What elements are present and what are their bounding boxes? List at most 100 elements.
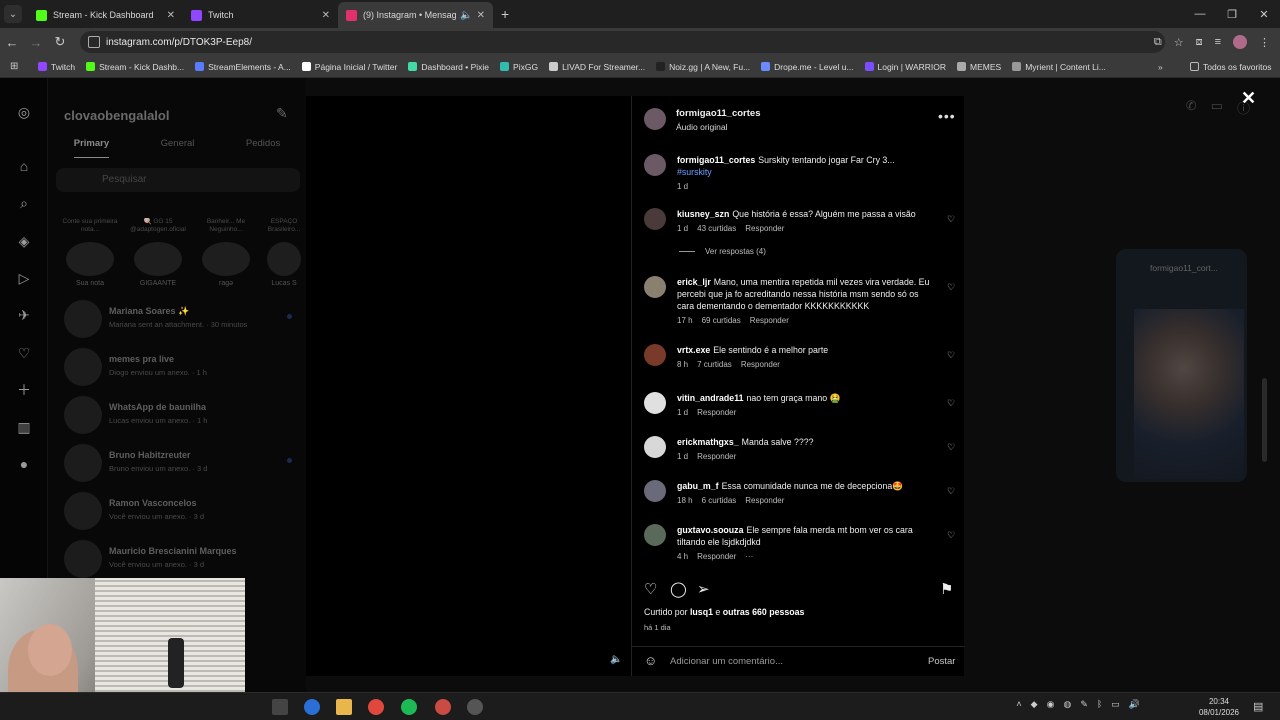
author-avatar[interactable]	[644, 108, 666, 130]
liked-by[interactable]: Curtido por lusq1 e outras 660 pessoas	[644, 607, 804, 617]
commenter-avatar[interactable]	[644, 208, 666, 230]
comment-input[interactable]: Adicionar um comentário...	[670, 656, 783, 667]
audio-label[interactable]: Áudio original	[676, 122, 728, 132]
author-avatar[interactable]	[644, 154, 666, 176]
comment-like-heart-icon[interactable]: ♡	[947, 350, 955, 361]
commenter-avatar[interactable]	[644, 480, 666, 502]
task-view-icon[interactable]	[272, 699, 288, 715]
bookmark-item[interactable]: Página Inicial / Twitter	[301, 62, 397, 72]
bookmark-item[interactable]: Dashboard • Pixie	[408, 62, 489, 72]
reel-preview-card[interactable]: formigao11_cort...	[1116, 249, 1247, 482]
like-heart-icon[interactable]: ♡	[644, 580, 657, 598]
post-button[interactable]: Postar	[928, 656, 955, 667]
file-explorer-icon[interactable]	[336, 699, 352, 715]
search-icon[interactable]: ⌕	[16, 195, 32, 211]
chevron-up-icon[interactable]: ˄	[1016, 699, 1021, 710]
conversation-item[interactable]: Ramon Vasconcelos Você enviou um anexo. …	[64, 492, 300, 536]
bookmark-item[interactable]: Twitch	[38, 62, 75, 72]
tab-primary[interactable]: Primary	[73, 138, 110, 158]
address-bar[interactable]: instagram.com/p/DTOK3P-Eep8/	[80, 31, 1165, 53]
close-icon[interactable]: ✕	[167, 10, 175, 21]
tab-kick[interactable]: Stream - Kick Dashboard ✕	[28, 2, 183, 28]
comment-icon[interactable]: ◯	[670, 580, 687, 598]
conversation-item[interactable]: Bruno Habitzreuter Bruno enviou um anexo…	[64, 444, 300, 488]
network-icon[interactable]: ▭	[1111, 699, 1120, 710]
comment-likes[interactable]: 69 curtidas	[702, 316, 741, 325]
comment-like-heart-icon[interactable]: ♡	[947, 398, 955, 409]
notifications-heart-icon[interactable]: ♡	[16, 345, 32, 361]
reply-button[interactable]: Responder	[741, 360, 780, 369]
commenter-avatar[interactable]	[644, 392, 666, 414]
explore-icon[interactable]: ◈	[16, 233, 32, 249]
reply-button[interactable]: Responder	[697, 552, 736, 561]
conversation-item[interactable]: WhatsApp de baunilha Lucas enviou um ane…	[64, 396, 300, 440]
share-icon[interactable]: ➢	[697, 580, 710, 598]
save-bookmark-icon[interactable]: ⚑	[940, 580, 953, 598]
commenter-avatar[interactable]	[644, 436, 666, 458]
note-item[interactable]: 🍭 GG 15 @adaptogen.oficial GIGAANTE	[128, 218, 188, 287]
dashboard-icon[interactable]: ▥	[16, 419, 32, 435]
comment-likes[interactable]: 6 curtidas	[702, 496, 737, 505]
close-modal-icon[interactable]: ✕	[1241, 88, 1256, 109]
commenter-avatar[interactable]	[644, 344, 666, 366]
search-input[interactable]: Pesquisar	[56, 168, 300, 192]
chrome-icon[interactable]	[368, 699, 384, 715]
bookmark-item[interactable]: LIVAD For Streamer...	[549, 62, 645, 72]
reply-button[interactable]: Responder	[745, 496, 784, 505]
close-window-icon[interactable]: ✕	[1248, 0, 1280, 28]
commenter-username[interactable]: erickmathgxs_	[677, 437, 739, 447]
new-tab-button[interactable]: +	[501, 6, 509, 22]
note-item[interactable]: Conte sua primeira nota... Sua nota	[60, 218, 120, 287]
obs-icon[interactable]	[467, 699, 483, 715]
view-replies-button[interactable]: Ver respostas (4)	[679, 247, 766, 256]
comment-like-heart-icon[interactable]: ♡	[947, 282, 955, 293]
comment-likes[interactable]: 43 curtidas	[697, 224, 736, 233]
bookmark-item[interactable]: Login | WARRIOR	[864, 62, 946, 72]
media-icon[interactable]: ≡	[1215, 36, 1221, 48]
bookmark-star-icon[interactable]: ☆	[1174, 36, 1184, 49]
note-item[interactable]: ESPAÇO Brasileiro... Lucas S	[264, 218, 304, 287]
comment-like-heart-icon[interactable]: ♡	[947, 486, 955, 497]
more-options-icon[interactable]: •••	[938, 108, 956, 124]
notification-icon[interactable]: ▤	[1253, 700, 1263, 713]
close-icon[interactable]: ✕	[477, 10, 485, 21]
tab-instagram[interactable]: (9) Instagram • Mensagens 🔈 ✕	[338, 2, 493, 28]
caption-user[interactable]: formigao11_cortes	[677, 155, 755, 165]
volume-icon[interactable]: 🔊	[1129, 699, 1140, 710]
profile-icon[interactable]: ●	[16, 456, 32, 472]
system-clock[interactable]: 20:34 08/01/2026	[1196, 696, 1242, 718]
bookmarks-overflow-icon[interactable]: »	[1158, 62, 1163, 72]
author-username[interactable]: formigao11_cortes	[676, 108, 760, 119]
liked-user[interactable]: lusq1	[690, 607, 713, 617]
all-bookmarks-folder[interactable]: Todos os favoritos	[1190, 62, 1272, 72]
minimize-icon[interactable]: —	[1184, 0, 1216, 28]
commenter-username[interactable]: erick_ljr	[677, 277, 711, 287]
tray-app-icon[interactable]: ◆	[1031, 699, 1038, 710]
liked-count[interactable]: outras 660 pessoas	[723, 607, 805, 617]
bluetooth-icon[interactable]: ᛒ	[1097, 699, 1102, 710]
profile-avatar[interactable]	[1233, 35, 1247, 49]
commenter-username[interactable]: vitin_andrade11	[677, 393, 744, 403]
bookmark-item[interactable]: Stream - Kick Dashb...	[86, 62, 184, 72]
reload-icon[interactable]: ↻	[48, 34, 72, 50]
comment-likes[interactable]: 7 curtidas	[697, 360, 732, 369]
commenter-username[interactable]: guxtavo.soouza	[677, 525, 743, 535]
comment-like-heart-icon[interactable]: ♡	[947, 214, 955, 225]
tray-app-icon[interactable]: ✎	[1080, 699, 1088, 710]
tab-general[interactable]: General	[161, 138, 195, 158]
back-icon[interactable]: ←	[0, 35, 24, 50]
restore-icon[interactable]: ❐	[1216, 0, 1248, 28]
mute-icon[interactable]: 🔈	[610, 654, 622, 665]
reels-icon[interactable]: ▷	[16, 270, 32, 286]
reply-button[interactable]: Responder	[745, 224, 784, 233]
hashtag-link[interactable]: #surskity	[677, 167, 712, 177]
commenter-avatar[interactable]	[644, 524, 666, 546]
commenter-username[interactable]: gabu_m_f	[677, 481, 719, 491]
bookmark-item[interactable]: MEMES	[957, 62, 1001, 72]
commenter-avatar[interactable]	[644, 276, 666, 298]
emoji-icon[interactable]: ☺	[644, 653, 657, 668]
speaker-icon[interactable]: 🔈	[460, 10, 472, 21]
menu-icon[interactable]: ⋮	[1259, 36, 1270, 49]
bookmark-item[interactable]: StreamElements - A...	[195, 62, 291, 72]
messages-icon[interactable]: ✈	[16, 307, 32, 323]
